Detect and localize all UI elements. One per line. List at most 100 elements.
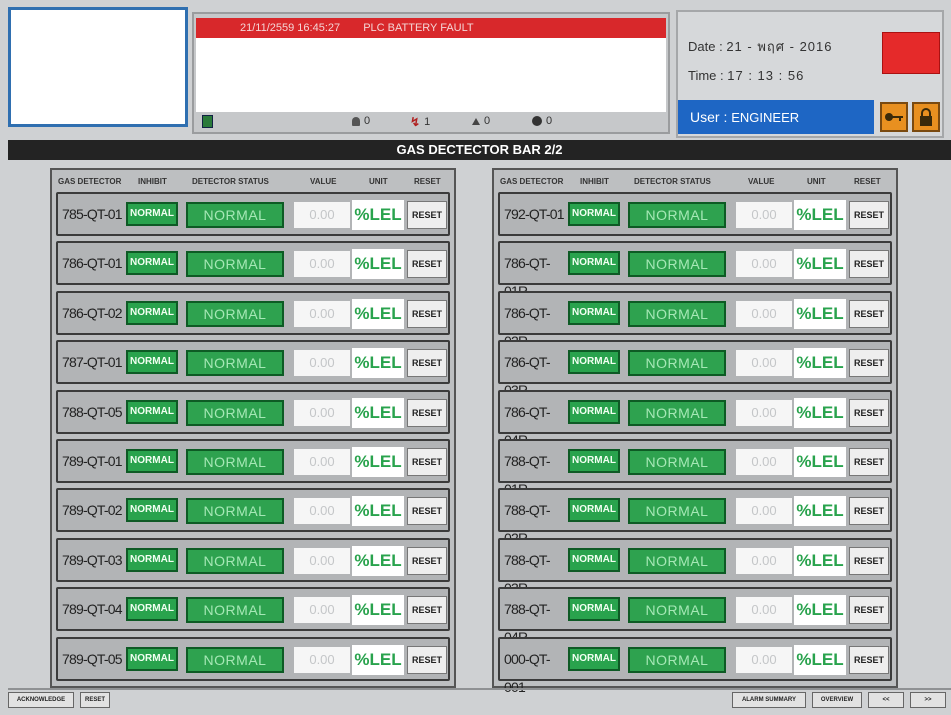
- detector-status: NORMAL: [186, 251, 284, 278]
- detector-reset-button[interactable]: RESET: [849, 398, 889, 427]
- detector-reset-button[interactable]: RESET: [407, 250, 447, 279]
- detector-tag: 000-QT-001: [504, 650, 551, 695]
- detector-unit: %LEL: [352, 545, 404, 576]
- detector-row: 786-QT-03R NORMAL NORMAL 0.00%LELRESET: [498, 340, 892, 398]
- login-key-button[interactable]: [880, 102, 908, 132]
- inhibit-button[interactable]: NORMAL: [126, 646, 178, 671]
- detector-reset-button[interactable]: RESET: [849, 349, 889, 378]
- detector-row: 792-QT-01 NORMAL NORMAL 0.00 %LEL RESET: [498, 192, 892, 236]
- inhibit-button[interactable]: NORMAL: [568, 597, 620, 622]
- next-page-button[interactable]: >>: [910, 692, 946, 708]
- detector-value: 0.00: [736, 449, 792, 475]
- detector-reset-button[interactable]: RESET: [407, 299, 447, 328]
- detector-reset-button[interactable]: RESET: [407, 398, 447, 427]
- inhibit-button[interactable]: NORMAL: [568, 202, 620, 226]
- logout-lock-button[interactable]: [912, 102, 940, 132]
- triangle-count: 0: [484, 115, 491, 127]
- detector-tag: 789-QT-05: [62, 650, 123, 667]
- circle-count: 0: [546, 115, 553, 127]
- inhibit-button[interactable]: NORMAL: [568, 547, 620, 572]
- detector-value: 0.00: [294, 597, 350, 624]
- header-value: VALUE: [310, 177, 337, 186]
- detector-value: 0.00: [294, 399, 350, 426]
- detector-row: 785-QT-01 NORMAL NORMAL 0.00 %LEL RESET: [56, 192, 450, 236]
- inhibit-button[interactable]: NORMAL: [126, 300, 178, 325]
- header-unit: UNIT: [807, 177, 826, 186]
- inhibit-button[interactable]: NORMAL: [568, 498, 620, 523]
- detector-value: 0.00: [736, 547, 792, 574]
- detector-reset-button[interactable]: RESET: [849, 250, 889, 279]
- detector-status: NORMAL: [186, 547, 284, 574]
- inhibit-button[interactable]: NORMAL: [126, 449, 178, 473]
- alarm-banner[interactable]: 21/11/2559 16:45:27 PLC BATTERY FAULT: [196, 18, 666, 38]
- date-display: Date : 21 - พฤศ - 2016: [688, 36, 833, 57]
- detector-reset-button[interactable]: RESET: [407, 497, 447, 526]
- detector-row: 788-QT-03R NORMAL NORMAL 0.00%LELRESET: [498, 537, 892, 596]
- detector-value: 0.00: [736, 350, 792, 377]
- inhibit-button[interactable]: NORMAL: [126, 202, 178, 226]
- header-detector-status: DETECTOR STATUS: [634, 177, 711, 186]
- alarm-summary-button[interactable]: ALARM SUMMARY: [732, 692, 806, 708]
- detector-status: NORMAL: [186, 300, 284, 327]
- inhibit-button[interactable]: NORMAL: [568, 300, 620, 325]
- inhibit-button[interactable]: NORMAL: [126, 597, 178, 622]
- detector-value: 0.00: [294, 251, 350, 278]
- detector-reset-button[interactable]: RESET: [407, 448, 447, 476]
- inhibit-button[interactable]: NORMAL: [126, 547, 178, 572]
- alarm-door-button[interactable]: [202, 115, 213, 128]
- date-label: Date :: [688, 39, 723, 54]
- page-title: GAS DECTECTOR BAR 2/2: [8, 140, 951, 160]
- inhibit-button[interactable]: NORMAL: [568, 449, 620, 473]
- bottom-divider: [8, 688, 951, 690]
- detector-value: 0.00: [736, 498, 792, 525]
- overview-button[interactable]: OVERVIEW: [812, 692, 862, 708]
- header-inhibit: INHIBIT: [138, 177, 167, 186]
- detector-reset-button[interactable]: RESET: [407, 546, 447, 575]
- reset-all-button[interactable]: RESET: [80, 692, 110, 708]
- inhibit-button[interactable]: NORMAL: [568, 646, 620, 671]
- detector-status: NORMAL: [186, 597, 284, 624]
- user-value: ENGINEER: [731, 110, 800, 125]
- header-reset: RESET: [414, 177, 441, 186]
- detector-unit: %LEL: [352, 298, 404, 329]
- detector-reset-button[interactable]: RESET: [407, 645, 447, 674]
- alarm-status-bar: 0 ↯ 1 0 0: [196, 114, 666, 130]
- detector-status: NORMAL: [628, 597, 726, 624]
- detector-status: NORMAL: [186, 202, 284, 228]
- detector-value: 0.00: [294, 449, 350, 475]
- detector-unit: %LEL: [794, 545, 846, 576]
- detector-tag: 787-QT-01: [62, 354, 123, 371]
- time-label: Time :: [688, 68, 724, 83]
- detector-reset-button[interactable]: RESET: [849, 596, 889, 625]
- user-label: User :: [690, 109, 728, 125]
- prev-page-button[interactable]: <<: [868, 692, 904, 708]
- acknowledge-button[interactable]: ACKNOWLEDGE: [8, 692, 74, 708]
- detector-row: 786-QT-04R NORMAL NORMAL 0.00%LELRESET: [498, 389, 892, 448]
- bolt-icon: ↯: [410, 115, 421, 129]
- inhibit-button[interactable]: NORMAL: [568, 251, 620, 276]
- detector-reset-button[interactable]: RESET: [407, 349, 447, 378]
- triangle-counter: 0: [472, 115, 490, 127]
- inhibit-button[interactable]: NORMAL: [126, 498, 178, 523]
- alarm-indicator[interactable]: [882, 32, 940, 74]
- inhibit-button[interactable]: NORMAL: [568, 399, 620, 424]
- inhibit-button[interactable]: NORMAL: [126, 350, 178, 375]
- detector-tag: 786-QT-02: [62, 304, 123, 321]
- detector-tag: 786-QT-04R: [504, 403, 551, 448]
- inhibit-button[interactable]: NORMAL: [568, 350, 620, 375]
- alarm-message: PLC BATTERY FAULT: [363, 22, 474, 34]
- detector-reset-button[interactable]: RESET: [407, 201, 447, 229]
- detector-reset-button[interactable]: RESET: [849, 546, 889, 575]
- header-inhibit: INHIBIT: [580, 177, 609, 186]
- detector-reset-button[interactable]: RESET: [849, 299, 889, 328]
- inhibit-button[interactable]: NORMAL: [126, 399, 178, 424]
- detector-row: 786-QT-01R NORMAL NORMAL 0.00%LELRESET: [498, 241, 892, 299]
- detector-status: NORMAL: [628, 498, 726, 525]
- inhibit-button[interactable]: NORMAL: [126, 251, 178, 276]
- detector-reset-button[interactable]: RESET: [407, 596, 447, 625]
- detector-reset-button[interactable]: RESET: [849, 645, 889, 674]
- detector-reset-button[interactable]: RESET: [849, 448, 889, 476]
- detector-reset-button[interactable]: RESET: [849, 201, 889, 229]
- detector-reset-button[interactable]: RESET: [849, 497, 889, 526]
- alarm-list[interactable]: [196, 38, 666, 112]
